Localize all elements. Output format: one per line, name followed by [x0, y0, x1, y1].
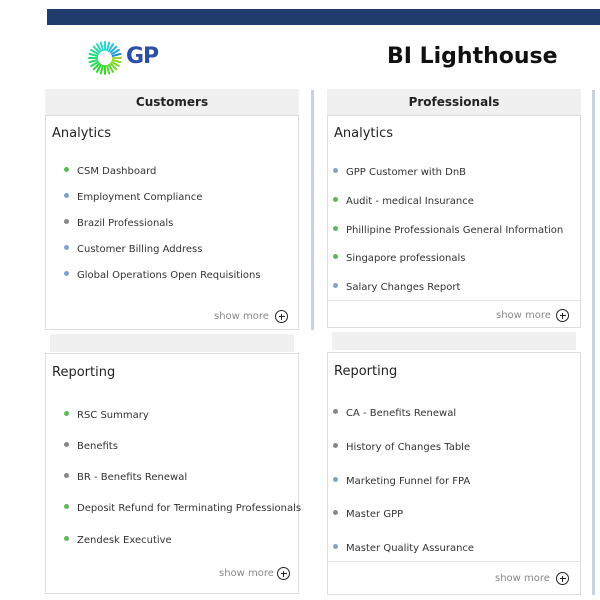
- list-item[interactable]: Master Quality Assurance: [333, 543, 474, 554]
- status-dot: [64, 192, 69, 198]
- status-dot: [64, 218, 69, 224]
- plus-circle-icon[interactable]: [277, 567, 290, 580]
- list-item[interactable]: Singapore professionals: [333, 253, 465, 264]
- list-item[interactable]: Master GPP: [333, 509, 403, 520]
- list-item[interactable]: Phillipine Professionals General Informa…: [333, 225, 563, 236]
- logo-ray: [111, 59, 122, 64]
- list-item[interactable]: Deposit Refund for Terminating Professio…: [64, 503, 301, 514]
- divider: [328, 561, 580, 562]
- logo-ray: [99, 41, 104, 52]
- plus-circle-icon[interactable]: [556, 309, 569, 322]
- top-banner: [47, 9, 600, 25]
- section-title: Analytics: [52, 126, 112, 141]
- customers-scrollbar[interactable]: [311, 90, 314, 330]
- status-dot: [64, 535, 69, 541]
- section-title: Reporting: [52, 365, 116, 380]
- plus-circle-icon[interactable]: [556, 572, 569, 585]
- list-item[interactable]: Brazil Professionals: [64, 218, 173, 229]
- professionals-scrollbar[interactable]: [592, 90, 595, 595]
- logo-ray: [106, 41, 111, 52]
- status-dot: [333, 282, 338, 288]
- status-dot: [333, 509, 338, 515]
- status-dot: [333, 253, 338, 259]
- status-dot: [64, 166, 69, 172]
- customers-header: Customers: [45, 89, 299, 115]
- show-more-link[interactable]: show more: [496, 310, 551, 321]
- section-title: Reporting: [334, 364, 398, 379]
- status-dot: [333, 408, 338, 414]
- status-dot: [333, 476, 338, 482]
- section-divider: [332, 332, 576, 350]
- list-item[interactable]: Benefits: [64, 441, 118, 452]
- status-dot: [64, 441, 69, 447]
- status-dot: [64, 472, 69, 478]
- list-item[interactable]: Zendesk Executive: [64, 535, 172, 546]
- logo-ray: [88, 59, 99, 64]
- list-item[interactable]: Global Operations Open Requisitions: [64, 270, 261, 281]
- list-item[interactable]: Employment Compliance: [64, 192, 202, 203]
- list-item[interactable]: Marketing Funnel for FPA: [333, 476, 470, 487]
- status-dot: [333, 225, 338, 231]
- status-dot: [64, 270, 69, 276]
- logo-ray: [111, 52, 122, 57]
- customers-analytics-panel: Analytics CSM Dashboard Employment Compl…: [45, 115, 299, 330]
- status-dot: [64, 503, 69, 509]
- professionals-analytics-panel: Analytics GPP Customer with DnB Audit - …: [327, 115, 581, 328]
- status-dot: [64, 244, 69, 250]
- section-title: Analytics: [334, 126, 394, 141]
- status-dot: [333, 442, 338, 448]
- list-item[interactable]: Salary Changes Report: [333, 282, 460, 293]
- logo-ray: [106, 64, 111, 75]
- show-more-link[interactable]: show more: [214, 311, 269, 322]
- status-dot: [333, 196, 338, 202]
- list-item[interactable]: CA - Benefits Renewal: [333, 408, 456, 419]
- list-item[interactable]: Audit - medical Insurance: [333, 196, 474, 207]
- page-title: BI Lighthouse: [387, 44, 558, 69]
- divider: [328, 300, 580, 301]
- professionals-header: Professionals: [327, 89, 581, 115]
- list-item[interactable]: History of Changes Table: [333, 442, 470, 453]
- show-more-link[interactable]: show more: [495, 573, 550, 584]
- list-item[interactable]: BR - Benefits Renewal: [64, 472, 187, 483]
- list-item[interactable]: Customer Billing Address: [64, 244, 202, 255]
- brand-name: GP: [126, 44, 159, 69]
- show-more-link[interactable]: show more: [219, 568, 274, 579]
- logo-ray: [88, 52, 99, 57]
- professionals-reporting-panel: Reporting CA - Benefits Renewal History …: [327, 352, 581, 595]
- section-divider: [50, 334, 294, 352]
- customers-reporting-panel: Reporting RSC Summary Benefits BR - Bene…: [45, 353, 301, 594]
- list-item[interactable]: CSM Dashboard: [64, 166, 156, 177]
- logo-ray: [99, 64, 104, 75]
- status-dot: [333, 167, 338, 173]
- status-dot: [64, 410, 69, 416]
- plus-circle-icon[interactable]: [275, 310, 288, 323]
- list-item[interactable]: RSC Summary: [64, 410, 149, 421]
- status-dot: [333, 543, 338, 549]
- list-item[interactable]: GPP Customer with DnB: [333, 167, 466, 178]
